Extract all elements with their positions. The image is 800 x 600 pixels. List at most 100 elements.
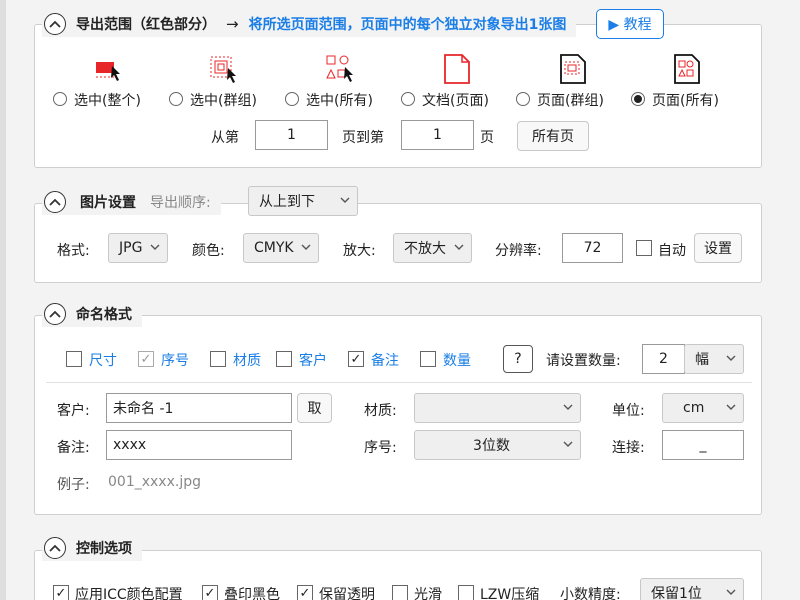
overprint-black-checkbox[interactable]: ✓ <box>202 585 218 600</box>
collapse-control-button[interactable] <box>44 537 66 559</box>
fetch-label: 取 <box>307 401 322 417</box>
resolution-label: 分辨率: <box>495 243 542 259</box>
zoom-select[interactable]: 不放大 <box>393 233 472 263</box>
control-title: 控制选项 <box>76 541 132 557</box>
to-page-input[interactable]: 1 <box>401 120 474 150</box>
keep-transparent-checkbox[interactable]: ✓ <box>297 585 313 600</box>
precision-select[interactable]: 保留1位 <box>640 578 744 600</box>
radio-page-group-label: 页面(群组) <box>537 93 604 109</box>
resolution-input[interactable]: 72 <box>562 233 623 263</box>
size-checkbox[interactable] <box>66 351 82 367</box>
naming-title: 命名格式 <box>76 307 132 323</box>
smooth-label: 光滑 <box>414 587 442 600</box>
precision-label: 小数精度: <box>560 587 621 600</box>
material-field-label: 材质 <box>233 353 261 369</box>
export-order-value: 从上到下 <box>259 194 315 210</box>
radio-selected-whole[interactable] <box>53 92 67 106</box>
note-checkbox[interactable]: ✓ <box>348 351 364 367</box>
quantity-checkbox[interactable] <box>420 351 436 367</box>
chevron-down-icon <box>726 589 736 595</box>
radio-selected-group[interactable] <box>169 92 183 106</box>
zoom-value: 不放大 <box>404 241 446 257</box>
export-order-select[interactable]: 从上到下 <box>248 186 358 216</box>
arrow-right-icon: → <box>226 15 239 33</box>
unit-value: cm <box>683 400 705 416</box>
smooth-checkbox[interactable] <box>392 585 408 600</box>
precision-value: 保留1位 <box>651 586 702 600</box>
format-value: JPG <box>119 240 143 256</box>
tutorial-button[interactable]: ▶ 教程 <box>596 9 664 39</box>
settings-button[interactable]: 设置 <box>694 233 742 263</box>
document-page-icon <box>440 52 474 86</box>
export-range-header: 导出范围（红色部分） → 将所选页面范围，页面中的每个独立对象导出1张图 <box>42 11 577 37</box>
chevron-down-icon <box>150 244 160 250</box>
icc-profile-checkbox[interactable]: ✓ <box>53 585 69 600</box>
collapse-export-range-button[interactable] <box>44 13 66 35</box>
material-select[interactable] <box>414 393 581 423</box>
all-pages-label: 所有页 <box>532 129 574 145</box>
chevron-down-icon <box>563 441 573 447</box>
note-value: xxxx <box>113 437 147 453</box>
example-value: 001_xxxx.jpg <box>108 474 201 490</box>
from-page-input[interactable]: 1 <box>255 120 328 150</box>
chevron-down-icon <box>726 355 736 361</box>
from-page-value: 1 <box>287 127 296 143</box>
help-button[interactable]: ? <box>503 345 533 373</box>
keep-transparent-label: 保留透明 <box>319 587 375 600</box>
serial-checkbox[interactable]: ✓ <box>138 351 154 367</box>
export-range-hint: 将所选页面范围，页面中的每个独立对象导出1张图 <box>248 17 567 33</box>
radio-selected-whole-label: 选中(整个) <box>74 93 141 109</box>
chevron-up-icon <box>49 20 61 28</box>
quantity-input[interactable]: 2 <box>642 344 685 374</box>
quantity-value: 2 <box>659 351 668 367</box>
export-range-title: 导出范围（红色部分） <box>76 17 216 33</box>
from-page-label: 从第 <box>211 130 239 146</box>
collapse-image-settings-button[interactable] <box>44 191 66 213</box>
radio-page-all[interactable] <box>631 92 645 106</box>
unit-label: 单位: <box>612 403 645 419</box>
chevron-down-icon <box>726 404 736 410</box>
lzw-compress-checkbox[interactable] <box>458 585 474 600</box>
material-label: 材质: <box>364 403 397 419</box>
page-suffix-label: 页 <box>480 130 494 146</box>
material-checkbox[interactable] <box>210 351 226 367</box>
auto-checkbox[interactable] <box>636 240 652 256</box>
selected-whole-icon <box>92 52 126 86</box>
export-order-label: 导出顺序: <box>150 195 211 211</box>
chevron-down-icon <box>454 244 464 250</box>
to-page-value: 1 <box>433 127 442 143</box>
note-input[interactable]: xxxx <box>106 430 292 460</box>
connector-input[interactable]: _ <box>662 430 744 460</box>
page-group-icon <box>556 52 590 86</box>
color-value: CMYK <box>254 240 294 256</box>
customer-input[interactable]: 未命名 -1 <box>106 393 292 423</box>
radio-page-group[interactable] <box>516 92 530 106</box>
format-label: 格式: <box>57 243 90 259</box>
chevron-down-icon <box>563 404 573 410</box>
icc-profile-label: 应用ICC颜色配置 <box>75 587 183 600</box>
format-select[interactable]: JPG <box>108 233 168 263</box>
color-select[interactable]: CMYK <box>243 233 319 263</box>
all-pages-button[interactable]: 所有页 <box>517 121 589 151</box>
collapse-naming-button[interactable] <box>44 303 66 325</box>
page-all-icon <box>670 52 704 86</box>
note-label: 备注: <box>57 440 90 456</box>
serial-select[interactable]: 3位数 <box>414 430 581 460</box>
quantity-unit-value: 幅 <box>695 352 709 368</box>
quantity-unit-select[interactable]: 幅 <box>684 344 744 374</box>
fetch-button[interactable]: 取 <box>297 393 332 423</box>
radio-document-page-label: 文档(页面) <box>422 93 489 109</box>
connector-value: _ <box>699 437 707 453</box>
help-label: ? <box>514 351 522 367</box>
customer-checkbox[interactable] <box>276 351 292 367</box>
customer-field-label: 客户 <box>299 353 327 369</box>
to-page-label: 页到第 <box>342 130 384 146</box>
radio-document-page[interactable] <box>401 92 415 106</box>
note-field-label: 备注 <box>371 353 399 369</box>
connector-label: 连接: <box>612 440 645 456</box>
control-header: 控制选项 <box>42 535 142 561</box>
radio-selected-all-label: 选中(所有) <box>306 93 373 109</box>
naming-header: 命名格式 <box>42 301 142 327</box>
unit-select[interactable]: cm <box>662 393 744 423</box>
radio-selected-all[interactable] <box>285 92 299 106</box>
